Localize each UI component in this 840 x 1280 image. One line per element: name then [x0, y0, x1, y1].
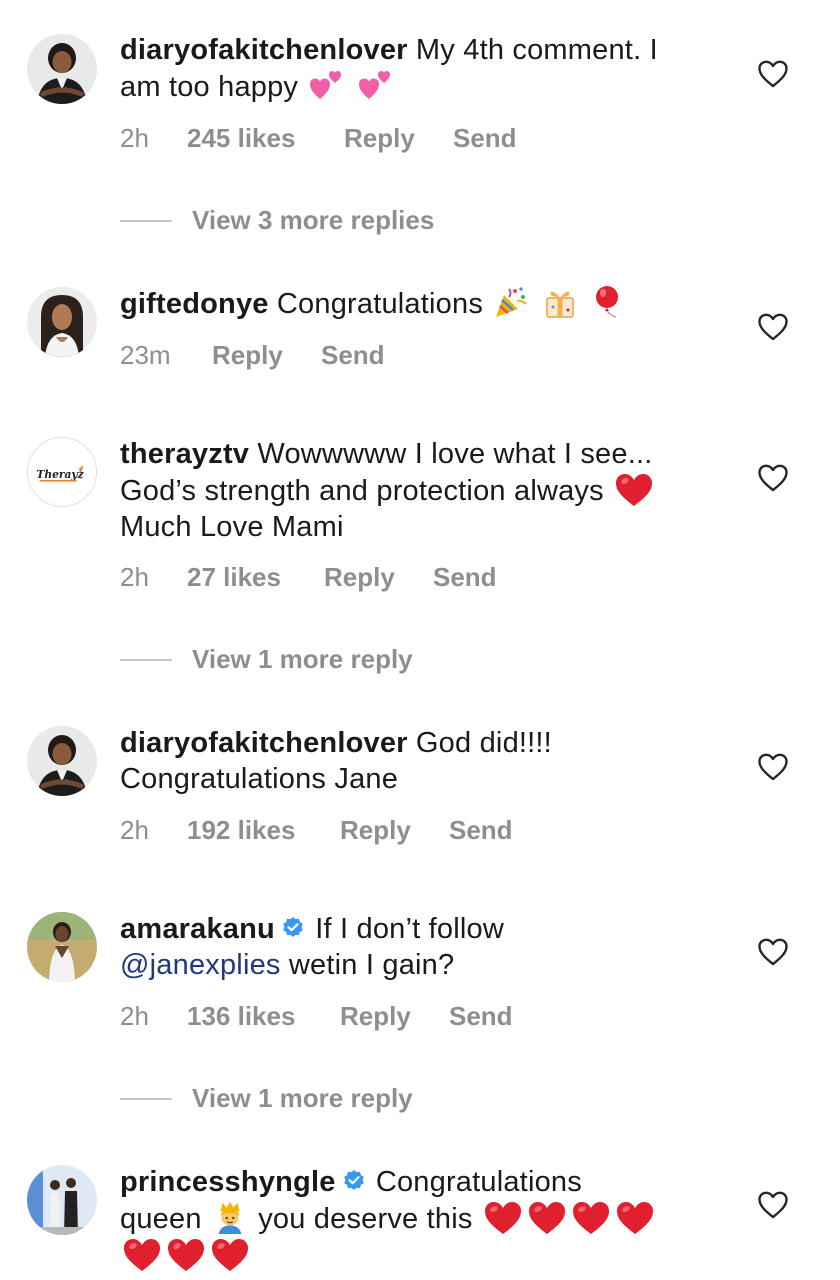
comment-likes[interactable]: 136 likes	[187, 1001, 295, 1031]
comment-text: wetin I gain?	[288, 949, 455, 981]
heart-outline-icon	[758, 60, 788, 88]
comment-time: 2h	[120, 815, 149, 845]
avatar[interactable]	[27, 912, 97, 982]
avatar[interactable]	[27, 1165, 97, 1235]
comment-body: diaryofakitchenlover God did!!!! Congrat…	[120, 725, 720, 797]
comment-body: giftedonye Congratulations	[120, 285, 720, 322]
comment-text: Wowwwww I love what I see...	[257, 438, 653, 470]
reply-button[interactable]: Reply	[340, 815, 411, 845]
view-replies-label[interactable]: View 1 more reply	[192, 644, 413, 674]
avatar-couple-icon	[27, 1165, 97, 1235]
send-button[interactable]: Send	[453, 123, 517, 153]
comments-feed: diaryofakitchenlover My 4th comment. I a…	[0, 0, 840, 1280]
red-heart-icon	[615, 1200, 655, 1236]
comment-text: God did!!!!	[415, 727, 552, 759]
therayz-logo-icon: Therayz	[28, 438, 96, 506]
avatar-woman-chef-icon	[27, 34, 97, 104]
reply-button[interactable]: Reply	[340, 1001, 411, 1031]
comment-text: Congratulations	[375, 1166, 582, 1198]
heart-outline-icon	[758, 938, 788, 966]
comment-body: therayztv Wowwwww I love what I see... G…	[120, 436, 720, 545]
like-button[interactable]	[758, 753, 788, 781]
heart-outline-icon	[758, 464, 788, 492]
like-button[interactable]	[758, 60, 788, 88]
comment-body: princesshyngle Congratulations queen you…	[120, 1164, 720, 1274]
reply-button[interactable]: Reply	[324, 562, 395, 592]
comment-body: amarakanu If I don’t follow @janexplies …	[120, 911, 720, 983]
comment-time: 23m	[120, 340, 171, 370]
wrapped-gift-icon	[542, 285, 578, 319]
avatar[interactable]: Therayz	[27, 437, 97, 507]
comment-text: am too happy	[120, 71, 299, 103]
heart-outline-icon	[758, 753, 788, 781]
comment-username[interactable]: princesshyngle	[120, 1166, 336, 1198]
avatar[interactable]	[27, 287, 97, 357]
reply-button[interactable]: Reply	[212, 340, 283, 370]
comment-username[interactable]: giftedonye	[120, 288, 269, 320]
red-heart-icon	[210, 1237, 250, 1273]
comment-username[interactable]: amarakanu	[120, 913, 275, 945]
avatar[interactable]	[27, 34, 97, 104]
comment-username[interactable]: diaryofakitchenlover	[120, 34, 408, 66]
comment-text: Congratulations Jane	[120, 763, 399, 795]
send-button[interactable]: Send	[433, 562, 497, 592]
comment-time: 2h	[120, 1001, 149, 1031]
like-button[interactable]	[758, 938, 788, 966]
comment-likes[interactable]: 27 likes	[187, 562, 281, 592]
view-replies-label[interactable]: View 1 more reply	[192, 1083, 413, 1113]
avatar-woman-outdoor-icon	[27, 912, 97, 982]
party-popper-icon	[493, 285, 529, 319]
like-button[interactable]	[758, 464, 788, 492]
svg-text:Therayz: Therayz	[36, 468, 84, 481]
comment-text: If I don’t follow	[315, 913, 504, 945]
like-button[interactable]	[758, 313, 788, 341]
two-hearts-icon	[357, 68, 393, 102]
divider-line	[120, 220, 172, 222]
avatar[interactable]	[27, 726, 97, 796]
red-heart-icon	[122, 1237, 162, 1273]
red-heart-icon	[571, 1200, 611, 1236]
divider-line	[120, 659, 172, 661]
comment-text: Congratulations	[276, 288, 484, 320]
comment-text: queen	[120, 1203, 202, 1235]
verified-badge-icon	[281, 916, 305, 940]
mention-link[interactable]: @janexplies	[120, 949, 281, 981]
red-heart-icon	[527, 1200, 567, 1236]
comment-username[interactable]: diaryofakitchenlover	[120, 727, 408, 759]
verified-badge-icon	[342, 1169, 366, 1193]
comment-body: diaryofakitchenlover My 4th comment. I a…	[120, 32, 720, 105]
crowned-person-icon	[212, 1200, 248, 1234]
send-button[interactable]: Send	[449, 1001, 513, 1031]
comment-likes[interactable]: 245 likes	[187, 123, 295, 153]
comment-text: you deserve this	[258, 1203, 473, 1235]
comment-time: 2h	[120, 123, 149, 153]
red-heart-icon	[614, 472, 654, 508]
heart-outline-icon	[758, 1191, 788, 1219]
heart-outline-icon	[758, 313, 788, 341]
two-hearts-icon	[308, 68, 344, 102]
divider-line	[120, 1098, 172, 1100]
comment-time: 2h	[120, 562, 149, 592]
avatar-woman-icon	[27, 287, 97, 357]
send-button[interactable]: Send	[449, 815, 513, 845]
comment-text: God’s strength and protection always	[120, 475, 604, 507]
comment-text: Much Love Mami	[120, 511, 344, 543]
balloon-icon	[590, 285, 626, 319]
red-heart-icon	[483, 1200, 523, 1236]
avatar-woman-chef-icon	[27, 726, 97, 796]
comment-username[interactable]: therayztv	[120, 438, 249, 470]
comment-text: My 4th comment. I	[415, 34, 658, 66]
reply-button[interactable]: Reply	[344, 123, 415, 153]
send-button[interactable]: Send	[321, 340, 385, 370]
comment-likes[interactable]: 192 likes	[187, 815, 295, 845]
red-heart-icon	[166, 1237, 206, 1273]
like-button[interactable]	[758, 1191, 788, 1219]
view-replies-label[interactable]: View 3 more replies	[192, 205, 434, 235]
